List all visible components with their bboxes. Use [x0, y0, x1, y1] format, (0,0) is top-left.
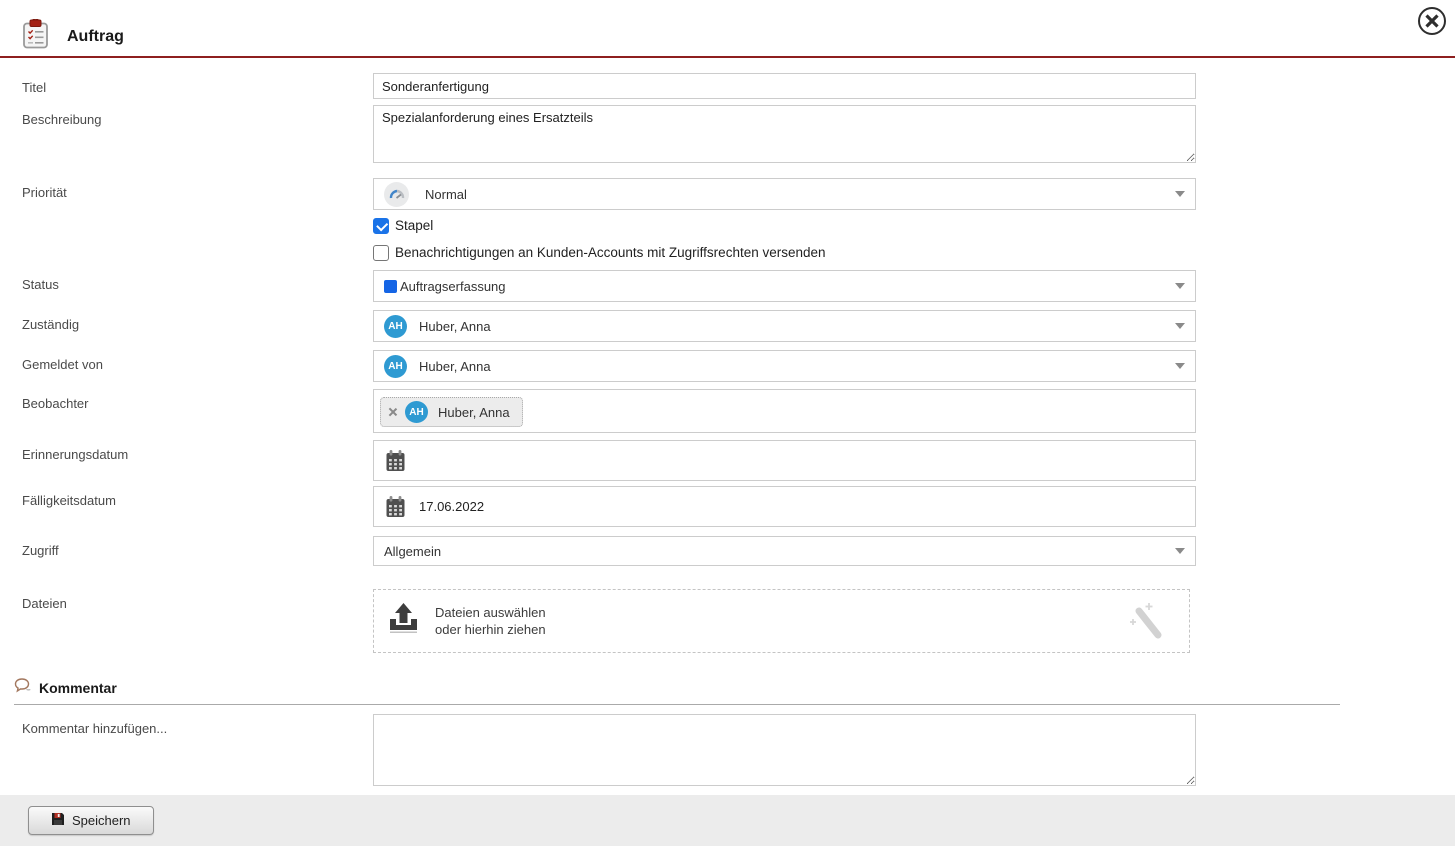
save-button[interactable]: Speichern	[28, 806, 154, 835]
kommentar-heading: Kommentar	[39, 680, 117, 696]
save-button-label: Speichern	[72, 813, 131, 828]
dropzone-line1: Dateien auswählen	[435, 605, 546, 620]
calendar-icon	[386, 496, 405, 518]
chevron-down-icon	[1175, 323, 1185, 329]
beschreibung-textarea[interactable]: Spezialanforderung eines Ersatzteils	[373, 105, 1196, 163]
chip-name: Huber, Anna	[438, 405, 510, 420]
kommentar-heading-row: Kommentar	[14, 678, 1455, 698]
row-erinnerungsdatum: Erinnerungsdatum	[0, 440, 1455, 481]
row-dateien: Dateien Dateien auswählen oder hierhin z…	[0, 589, 1455, 653]
dropzone-line2: oder hierhin ziehen	[435, 622, 546, 637]
kommentar-section: Kommentar Kommentar hinzufügen...	[0, 678, 1455, 791]
close-icon[interactable]	[1417, 6, 1447, 36]
erinnerungsdatum-label: Erinnerungsdatum	[22, 440, 373, 481]
benachrichtigungen-checkbox[interactable]	[373, 245, 389, 261]
zustaendig-value: Huber, Anna	[419, 319, 491, 334]
titel-label: Titel	[22, 73, 373, 99]
zustaendig-label: Zuständig	[22, 310, 373, 342]
zugriff-select[interactable]: Allgemein	[373, 536, 1196, 566]
status-label: Status	[22, 270, 373, 302]
prioritaet-value: Normal	[425, 187, 467, 202]
prioritaet-select[interactable]: Normal	[373, 178, 1196, 210]
stapel-checkbox[interactable]	[373, 218, 389, 234]
kommentar-textarea[interactable]	[373, 714, 1196, 786]
row-status: Status Auftragserfassung	[0, 270, 1455, 302]
row-kommentar: Kommentar hinzufügen...	[0, 714, 1455, 791]
row-faelligkeitsdatum: Fälligkeitsdatum	[0, 486, 1455, 527]
row-zugriff: Zugriff Allgemein	[0, 536, 1455, 566]
erinnerungsdatum-field[interactable]	[373, 440, 1196, 481]
status-value: Auftragserfassung	[400, 279, 506, 294]
calendar-icon	[386, 450, 405, 472]
row-zustaendig: Zuständig AH Huber, Anna	[0, 310, 1455, 342]
beobachter-label: Beobachter	[22, 389, 373, 433]
row-gemeldet-von: Gemeldet von AH Huber, Anna	[0, 350, 1455, 382]
chevron-down-icon	[1175, 363, 1185, 369]
clipboard-icon	[22, 19, 49, 54]
avatar: AH	[405, 401, 428, 423]
avatar: AH	[384, 355, 407, 378]
row-prioritaet: Priorität Normal Stap	[0, 178, 1455, 261]
floppy-disk-icon	[51, 812, 65, 829]
upload-tray-icon	[388, 602, 419, 640]
magic-wand-icon[interactable]	[1129, 602, 1167, 647]
speech-bubble-icon	[14, 678, 31, 698]
chevron-down-icon	[1175, 191, 1185, 197]
kommentar-divider	[14, 704, 1340, 705]
footer-bar: Speichern	[0, 795, 1455, 846]
titel-input[interactable]	[373, 73, 1196, 99]
prioritaet-label: Priorität	[22, 178, 373, 261]
beschreibung-label: Beschreibung	[22, 105, 373, 168]
zugriff-value: Allgemein	[384, 544, 441, 559]
dropzone-text: Dateien auswählen oder hierhin ziehen	[435, 604, 546, 638]
chevron-down-icon	[1175, 548, 1185, 554]
status-select[interactable]: Auftragserfassung	[373, 270, 1196, 302]
zugriff-label: Zugriff	[22, 536, 373, 566]
gemeldet-von-label: Gemeldet von	[22, 350, 373, 382]
chevron-down-icon	[1175, 283, 1185, 289]
dialog-header: Auftrag	[0, 0, 1455, 58]
gemeldet-von-value: Huber, Anna	[419, 359, 491, 374]
file-dropzone[interactable]: Dateien auswählen oder hierhin ziehen	[373, 589, 1190, 653]
kommentar-hinzufuegen-label: Kommentar hinzufügen...	[22, 714, 373, 791]
benachrichtigungen-label: Benachrichtigungen an Kunden-Accounts mi…	[395, 245, 826, 260]
avatar: AH	[384, 315, 407, 338]
page-title: Auftrag	[67, 28, 124, 46]
watcher-chip[interactable]: AH Huber, Anna	[380, 397, 523, 427]
benachrichtigungen-checkbox-row: Benachrichtigungen an Kunden-Accounts mi…	[373, 244, 1196, 261]
gauge-icon	[384, 182, 409, 207]
chip-remove-x-icon[interactable]	[388, 407, 398, 417]
auftrag-form: Titel Beschreibung Spezialanforderung ei…	[0, 58, 1455, 653]
faelligkeitsdatum-value: 17.06.2022	[419, 499, 484, 514]
faelligkeitsdatum-field[interactable]: 17.06.2022	[373, 486, 1196, 527]
gemeldet-von-select[interactable]: AH Huber, Anna	[373, 350, 1196, 382]
row-titel: Titel	[0, 73, 1455, 99]
beobachter-multiselect[interactable]: AH Huber, Anna	[373, 389, 1196, 433]
stapel-label: Stapel	[395, 218, 433, 233]
row-beschreibung: Beschreibung Spezialanforderung eines Er…	[0, 105, 1455, 168]
stapel-checkbox-row: Stapel	[373, 217, 1196, 234]
faelligkeitsdatum-label: Fälligkeitsdatum	[22, 486, 373, 527]
zustaendig-select[interactable]: AH Huber, Anna	[373, 310, 1196, 342]
auftrag-dialog: Auftrag Titel Beschreibung Spezialanford…	[0, 0, 1455, 791]
row-beobachter: Beobachter AH Huber, Anna	[0, 389, 1455, 433]
status-color-square	[384, 280, 397, 293]
dateien-label: Dateien	[22, 589, 373, 653]
